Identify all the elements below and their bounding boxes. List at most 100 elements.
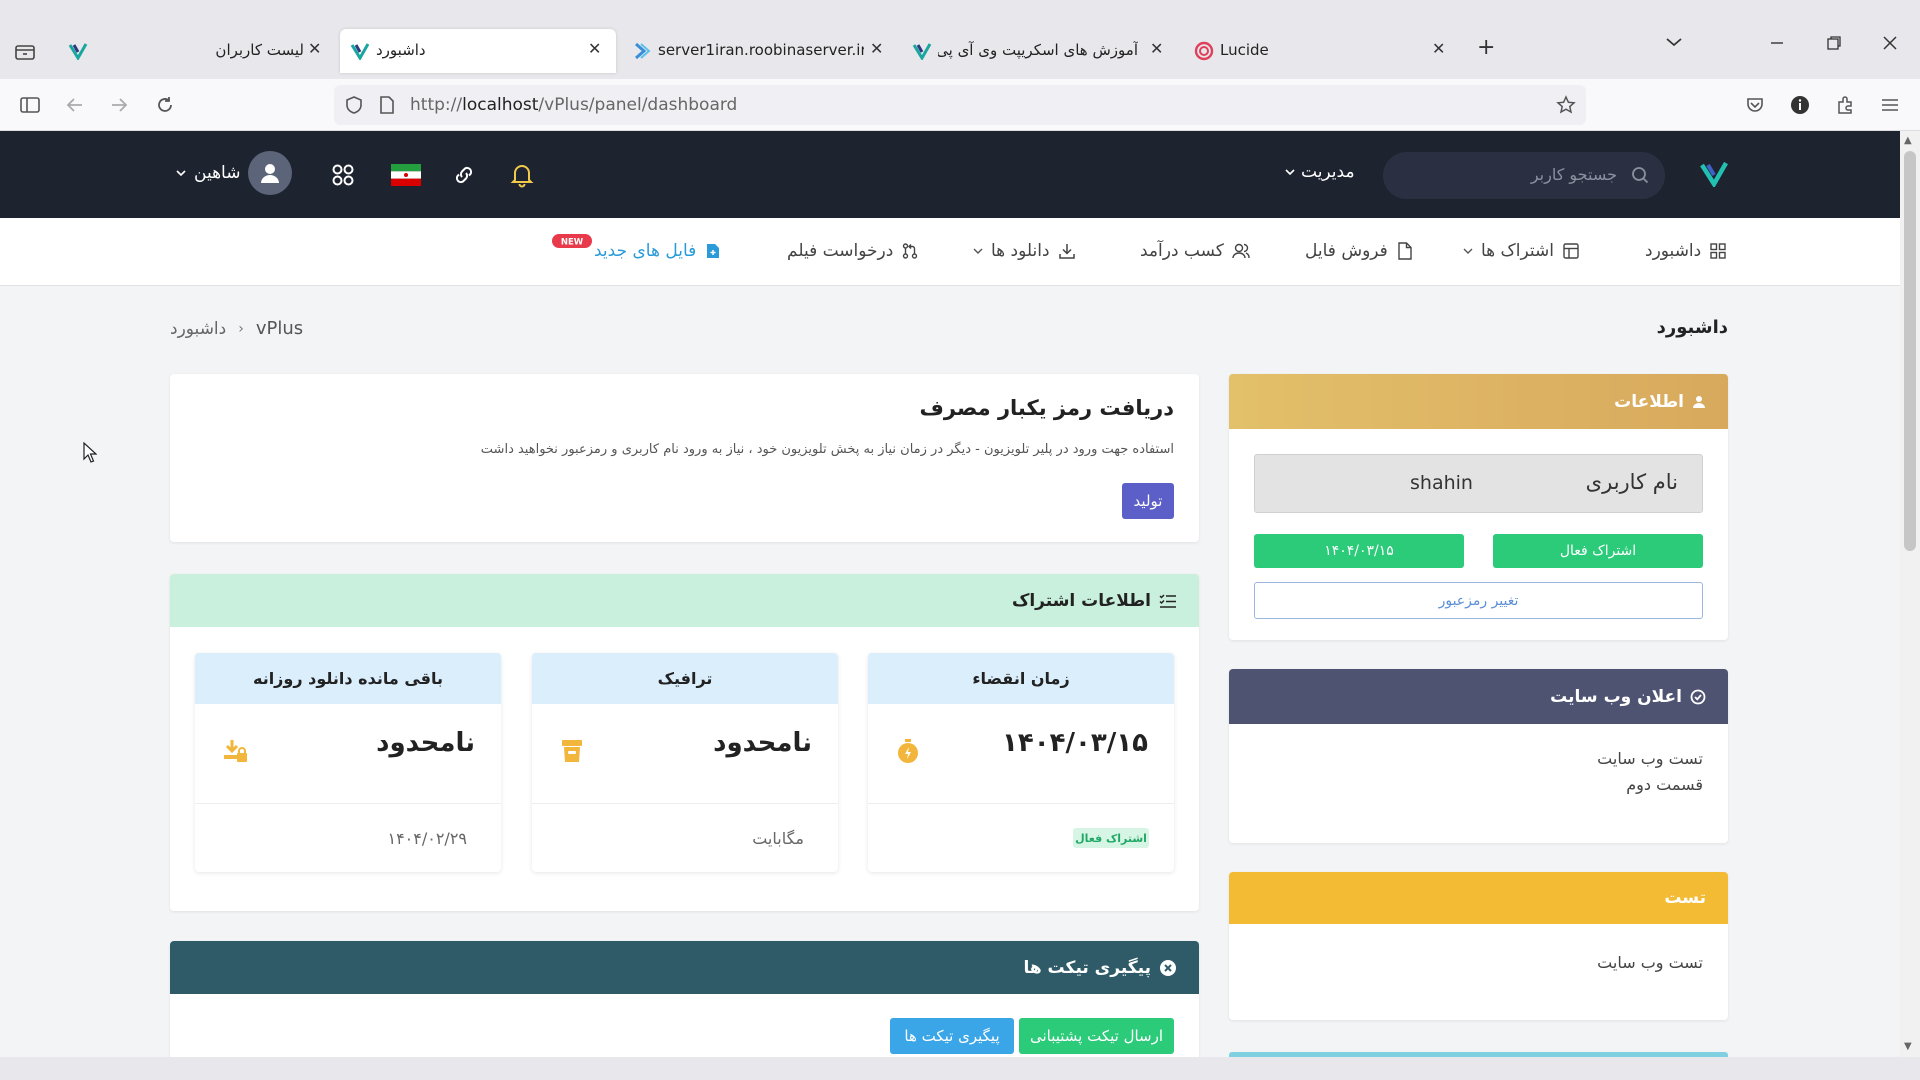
mouse-cursor-icon xyxy=(83,442,97,463)
close-tab-icon[interactable]: ✕ xyxy=(870,39,883,58)
new-badge-text: NEW xyxy=(561,238,584,248)
tab-lucide[interactable]: Lucide ✕ xyxy=(1184,29,1456,73)
otp-description: استفاده جهت ورود در پلیر تلویزیون - دیگر… xyxy=(480,442,1174,457)
scrollbar-thumb[interactable] xyxy=(1904,151,1916,551)
tab-title: Lucide xyxy=(1220,41,1269,59)
sidebar-toggle-icon[interactable] xyxy=(18,93,42,117)
site-notice-body: تست وب سایت قسمت دوم xyxy=(1597,746,1703,798)
button-label: تغییر رمزعبور xyxy=(1438,592,1519,609)
traffic-box: ترافیک نامحدود مگابایت xyxy=(532,653,838,872)
user-menu[interactable]: شاهین xyxy=(176,151,293,195)
menu-item-downloads[interactable]: دانلود ها xyxy=(973,241,1076,261)
close-tab-icon[interactable]: ✕ xyxy=(1432,39,1445,58)
page-title: داشبورد xyxy=(1656,317,1728,338)
scroll-down-icon[interactable]: ▼ xyxy=(1904,1041,1912,1052)
vplus-favicon-icon xyxy=(68,41,88,61)
extensions-icon[interactable] xyxy=(1833,93,1857,117)
tab-dashboard[interactable]: داشبورد ✕ xyxy=(340,29,616,73)
divider xyxy=(195,803,501,804)
menu-item-film-request[interactable]: درخواست فیلم xyxy=(787,241,919,261)
site-notice-header: اعلان وب سایت xyxy=(1229,669,1728,724)
divider xyxy=(868,803,1174,804)
menu-item-earn[interactable]: کسب درآمد xyxy=(1140,241,1250,261)
notice-line: قسمت دوم xyxy=(1626,775,1703,794)
restore-icon[interactable] xyxy=(1827,36,1841,50)
send-ticket-button[interactable]: ارسال تیکت پشتیبانی xyxy=(1019,1018,1174,1054)
info-icon[interactable] xyxy=(1788,93,1812,117)
card-title: پیگیری تیکت ها xyxy=(1023,957,1151,978)
shield-icon[interactable] xyxy=(344,95,364,115)
chevron-down-icon xyxy=(176,170,186,177)
menu-icon[interactable] xyxy=(1878,93,1902,117)
close-tab-icon[interactable]: ✕ xyxy=(308,39,321,58)
box-footer: مگابایت xyxy=(752,829,804,848)
list-checks-icon xyxy=(1159,593,1176,608)
menu-label: فروش فایل xyxy=(1305,241,1388,261)
close-window-icon[interactable] xyxy=(1883,36,1897,50)
button-label: پیگیری تیکت ها xyxy=(904,1027,1000,1045)
generate-button[interactable]: تولید xyxy=(1122,483,1174,519)
search-input[interactable]: جستجو کاربر xyxy=(1531,165,1617,184)
test-card: تست تست وب سایت xyxy=(1229,872,1728,1020)
tab-vip-script[interactable]: آموزش های اسکریپت وی آی پی ✕ xyxy=(902,29,1174,73)
button-label: تولید xyxy=(1133,492,1163,510)
tab-title: لیست کاربران xyxy=(216,41,304,59)
url-bar[interactable]: http://localhost/vPlus/panel/dashboard xyxy=(334,85,1586,125)
web-page: جستجو کاربر مدیریت شاهین داشبورد اشتراک … xyxy=(0,131,1900,1057)
divider xyxy=(532,803,838,804)
page-icon[interactable] xyxy=(378,95,398,115)
minimize-icon[interactable] xyxy=(1770,36,1784,50)
tab-file-server[interactable]: server1iran.roobinaserver.ir | File ✕ xyxy=(622,29,894,73)
file-icon xyxy=(1396,242,1414,260)
chevron-right-icon: › xyxy=(238,320,244,337)
menu-item-subscriptions[interactable]: اشتراک ها xyxy=(1463,241,1580,261)
link-icon[interactable] xyxy=(448,159,480,191)
menu-item-new-files[interactable]: فایل های جدید xyxy=(594,241,722,261)
forward-icon[interactable] xyxy=(107,93,131,117)
card-title: تست xyxy=(1664,888,1706,908)
breadcrumb-root[interactable]: vPlus xyxy=(256,318,303,339)
close-tab-icon[interactable]: ✕ xyxy=(588,39,601,58)
menu-label: درخواست فیلم xyxy=(787,241,894,261)
badge-label: اشتراک فعال xyxy=(1075,831,1147,845)
scroll-up-icon[interactable]: ▲ xyxy=(1904,135,1912,146)
tickets-card: پیگیری تیکت ها ارسال تیکت پشتیبانی پیگیر… xyxy=(170,941,1199,1057)
box-header: ترافیک xyxy=(532,653,838,704)
tab-users-list[interactable]: ✕ لیست کاربران xyxy=(56,29,328,73)
list-all-tabs-icon[interactable] xyxy=(1665,36,1683,48)
vplus-logo[interactable] xyxy=(1700,161,1728,187)
apps-grid-icon[interactable] xyxy=(327,159,359,191)
badge-label: ۱۴۰۴/۰۳/۱۵ xyxy=(1324,543,1394,559)
tab-title: داشبورد xyxy=(376,41,426,59)
download-icon xyxy=(1058,242,1076,260)
expiry-date-badge: ۱۴۰۴/۰۳/۱۵ xyxy=(1254,534,1464,568)
new-tab-icon[interactable]: + xyxy=(1477,35,1495,60)
avatar[interactable] xyxy=(248,151,293,195)
change-password-button[interactable]: تغییر رمزعبور xyxy=(1254,582,1703,619)
database-icon xyxy=(558,737,586,765)
layout-icon xyxy=(1562,242,1580,260)
iran-flag-icon[interactable] xyxy=(390,159,422,191)
circle-check-icon xyxy=(1690,689,1706,704)
tab-overview-icon[interactable] xyxy=(10,40,40,64)
active-subscription-badge: اشتراک فعال xyxy=(1493,534,1703,568)
bell-icon[interactable] xyxy=(506,159,538,191)
admin-dropdown[interactable]: مدیریت xyxy=(1285,162,1355,182)
user-search[interactable]: جستجو کاربر xyxy=(1383,152,1665,199)
bookmark-star-icon[interactable] xyxy=(1556,95,1576,115)
breadcrumb: داشبورد › vPlus xyxy=(170,318,303,339)
reload-icon[interactable] xyxy=(153,93,177,117)
menu-label: اشتراک ها xyxy=(1481,241,1554,261)
menu-label: داشبورد xyxy=(1645,241,1702,261)
otp-card: دریافت رمز یکبار مصرف استفاده جهت ورود د… xyxy=(170,374,1199,542)
menu-item-dashboard[interactable]: داشبورد xyxy=(1645,241,1727,261)
pocket-icon[interactable] xyxy=(1743,93,1767,117)
tab-title: آموزش های اسکریپت وی آی پی xyxy=(938,41,1138,59)
page-scrollbar[interactable]: ▲ ▼ xyxy=(1900,131,1920,1057)
grid-icon xyxy=(1709,242,1727,260)
back-icon[interactable] xyxy=(63,93,87,117)
menu-item-file-sale[interactable]: فروش فایل xyxy=(1305,241,1414,261)
track-tickets-button[interactable]: پیگیری تیکت ها xyxy=(890,1018,1014,1054)
close-tab-icon[interactable]: ✕ xyxy=(1150,39,1163,58)
chevron-down-icon xyxy=(1463,248,1473,254)
